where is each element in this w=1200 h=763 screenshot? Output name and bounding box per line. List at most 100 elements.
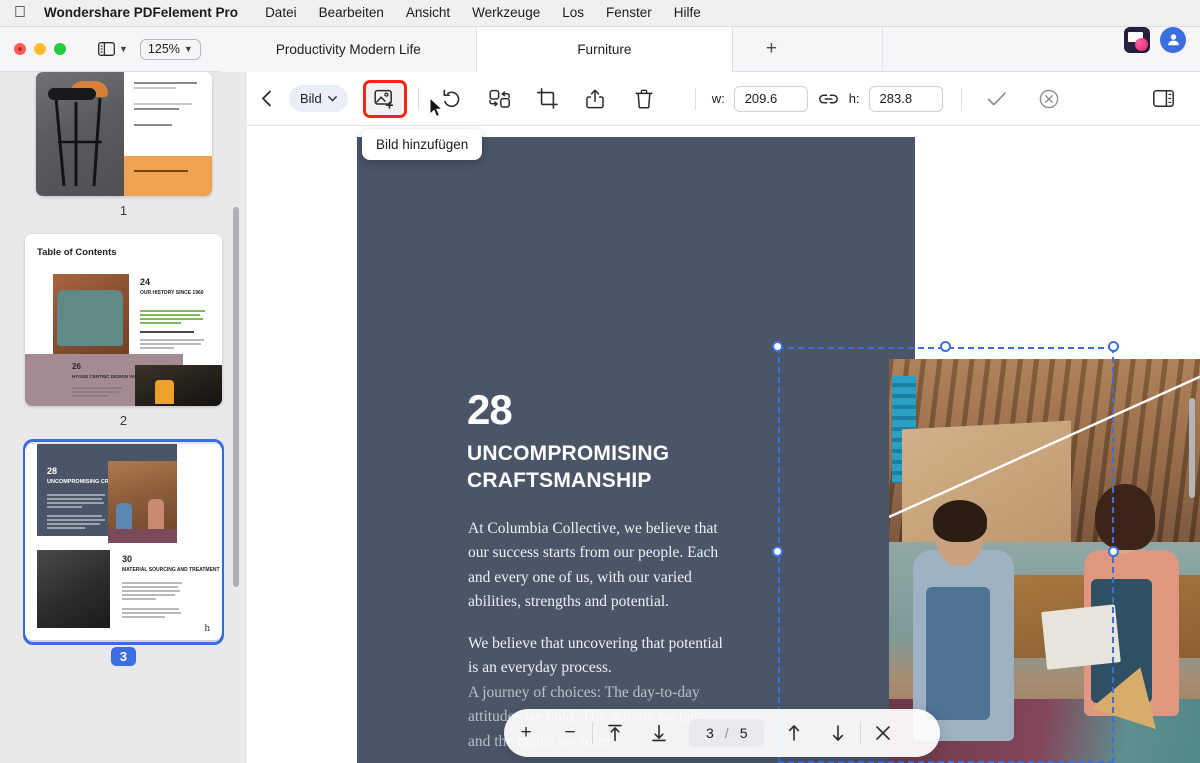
thumbnail-page-3[interactable]: 28 UNCOMPROMISING CRAFTSMANSHIP 30 MATER…: [9, 439, 238, 666]
document-canvas[interactable]: 28 UNCOMPROMISING CRAFTSMANSHIP At Colum…: [247, 126, 1200, 763]
object-type-selector[interactable]: Bild: [289, 85, 348, 112]
chevron-left-icon: [261, 90, 271, 107]
replace-icon: [488, 89, 510, 108]
menu-item-hilfe[interactable]: Hilfe: [663, 3, 712, 23]
thumbnail-entry-number: 26: [72, 362, 81, 371]
height-value: 283.8: [879, 91, 913, 106]
page-indicator[interactable]: 3 / 5: [689, 719, 765, 747]
diagonal-guide-line: [889, 375, 1200, 519]
thumbnail-panel-scrollbar[interactable]: [233, 207, 239, 587]
body-paragraph-2: We believe that uncovering that potentia…: [468, 634, 723, 677]
page-thumbnail-panel[interactable]: 1 Table of Contents 24 OUR HISTORY SINCE…: [0, 72, 247, 763]
go-to-first-icon: [608, 724, 622, 742]
add-image-button[interactable]: [362, 79, 407, 118]
thumbnail-entry-number: 28: [47, 466, 58, 476]
page-navigation-bar: + − 3 / 5: [504, 709, 940, 757]
height-input[interactable]: 283.8: [868, 85, 943, 112]
toolbar-tooltip: Bild hinzufügen: [362, 129, 483, 160]
thumbnail-preview: Table of Contents 24 OUR HISTORY SINCE 1…: [25, 234, 222, 406]
zoom-out-button[interactable]: −: [548, 709, 592, 757]
width-input[interactable]: 209.6: [733, 85, 808, 112]
canvas-scrollbar[interactable]: [1189, 398, 1195, 498]
close-navbar-button[interactable]: [861, 709, 905, 757]
height-label: h:: [848, 91, 860, 106]
menu-item-datei[interactable]: Datei: [254, 3, 308, 23]
zoom-level-selector[interactable]: 125% ▼: [139, 38, 201, 60]
toolbar-divider: [694, 87, 696, 110]
handle-top-right[interactable]: [1108, 341, 1119, 352]
arrow-down-icon: [833, 725, 844, 741]
thumbnail-material-photo: [37, 550, 110, 628]
back-button[interactable]: [247, 90, 285, 107]
rotate-icon: [443, 89, 460, 107]
thumbnail-page-2[interactable]: Table of Contents 24 OUR HISTORY SINCE 1…: [9, 234, 238, 428]
close-window-button[interactable]: [14, 43, 26, 55]
sidebar-toggle-button[interactable]: ▼: [94, 38, 132, 60]
selected-image-object[interactable]: [889, 359, 1200, 763]
minus-icon: −: [564, 722, 576, 743]
stool-legs-icon: [54, 98, 102, 187]
window-controls: [0, 43, 66, 55]
menu-app-name[interactable]: Wondershare PDFelement Pro: [44, 3, 254, 23]
delete-button[interactable]: [625, 83, 663, 115]
menu-item-fenster[interactable]: Fenster: [595, 3, 663, 23]
cancel-button[interactable]: [1030, 83, 1068, 115]
thumbnail-page-number: 2: [119, 413, 128, 428]
right-panel-toggle-button[interactable]: [1144, 83, 1182, 115]
replace-button[interactable]: [481, 83, 519, 115]
apple-logo-icon[interactable]: : [14, 5, 26, 21]
user-avatar-icon[interactable]: [1160, 26, 1186, 53]
minimize-window-button[interactable]: [34, 43, 46, 55]
app-thumbnail-icon[interactable]: [1124, 26, 1150, 53]
image-edit-toolbar: Bild w: 209.6 h: 283.8: [247, 72, 1200, 126]
object-type-label: Bild: [300, 91, 322, 106]
tab-furniture[interactable]: Furniture: [476, 26, 733, 72]
dimension-controls: w: 209.6 h: 283.8: [712, 85, 943, 112]
tab-productivity-modern-life[interactable]: Productivity Modern Life: [220, 26, 477, 72]
body-paragraph-1: At Columbia Collective, we believe that …: [468, 520, 719, 611]
share-up-icon: [586, 89, 604, 108]
next-page-button[interactable]: [816, 709, 860, 757]
thumbnail-preview: [35, 72, 212, 196]
thumbnail-body-lines: [47, 494, 107, 531]
chevron-down-icon: ▼: [119, 44, 128, 54]
menu-item-ansicht[interactable]: Ansicht: [395, 3, 461, 23]
thumbnail-page-number: 1: [119, 203, 128, 218]
first-page-button[interactable]: [593, 709, 637, 757]
toolbar-divider: [960, 87, 962, 110]
thumbnail-entry-number: 30: [122, 554, 133, 564]
crop-button[interactable]: [529, 83, 567, 115]
maximize-window-button[interactable]: [54, 43, 66, 55]
menu-item-werkzeuge[interactable]: Werkzeuge: [461, 3, 551, 23]
thumbnail-text-block: [123, 72, 212, 196]
zoom-in-button[interactable]: +: [504, 709, 548, 757]
new-tab-button[interactable]: +: [733, 26, 883, 72]
link-chain-icon[interactable]: [818, 93, 838, 105]
last-page-button[interactable]: [637, 709, 681, 757]
page-section-number: 28: [467, 386, 513, 433]
thumbnail-workshop-photo: [108, 461, 177, 543]
previous-page-button[interactable]: [772, 709, 816, 757]
tab-label: Furniture: [577, 41, 632, 57]
arrow-up-icon: [789, 725, 800, 741]
chevron-down-icon: ▼: [183, 44, 193, 54]
thumbnail-page-1[interactable]: 1: [9, 72, 238, 218]
current-page-value: 3: [706, 725, 714, 741]
menu-item-bearbeiten[interactable]: Bearbeiten: [308, 3, 395, 23]
thumbnail-entry-number: 24: [140, 277, 151, 287]
image-plus-icon: [374, 89, 394, 109]
menu-item-los[interactable]: Los: [551, 3, 595, 23]
close-x-icon: [876, 726, 891, 740]
thumbnail-preview: 28 UNCOMPROMISING CRAFTSMANSHIP 30 MATER…: [25, 444, 222, 640]
thumbnail-body-lines: [122, 582, 184, 620]
width-value: 209.6: [744, 91, 778, 106]
page-heading: UNCOMPROMISING CRAFTSMANSHIP: [467, 440, 669, 495]
confirm-button[interactable]: [978, 83, 1016, 115]
export-button[interactable]: [577, 83, 615, 115]
page-heading-line1: UNCOMPROMISING: [467, 442, 670, 465]
app-window:  Wondershare PDFelement Pro Datei Bearb…: [0, 0, 1200, 763]
sidebar-layout-icon: [98, 42, 115, 56]
document-tabs: Productivity Modern Life Furniture +: [220, 26, 1200, 72]
zoom-level-value: 125%: [147, 42, 180, 56]
pdf-page[interactable]: 28 UNCOMPROMISING CRAFTSMANSHIP At Colum…: [357, 137, 1200, 763]
